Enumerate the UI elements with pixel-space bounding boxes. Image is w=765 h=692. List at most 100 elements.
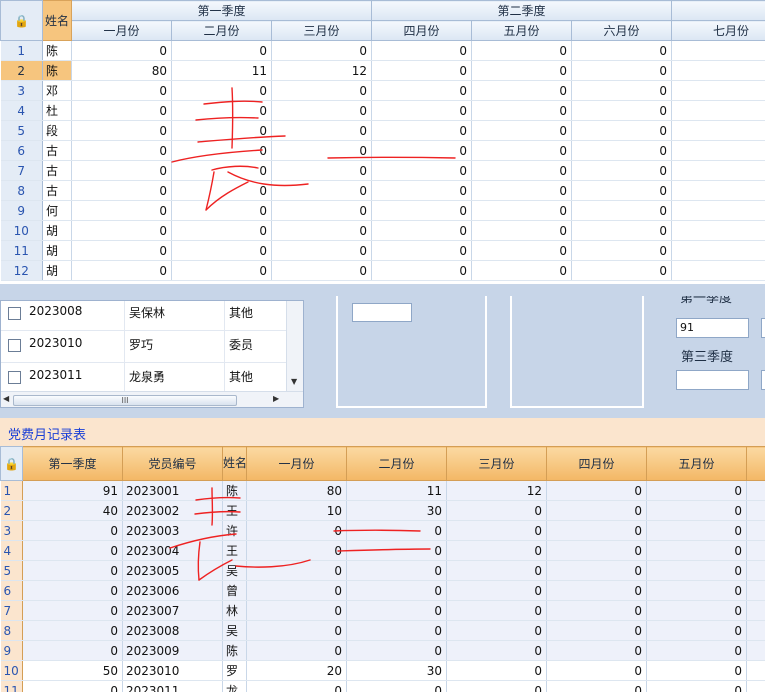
value-cell[interactable]: 0 <box>471 40 573 61</box>
value-cell[interactable]: 0 <box>646 620 747 641</box>
value-cell[interactable]: 0 <box>571 100 673 121</box>
q1-input[interactable]: 91 <box>676 318 749 338</box>
value-cell[interactable]: 0 <box>71 160 172 181</box>
value-cell[interactable]: 0 <box>571 140 673 161</box>
row-number[interactable]: 2 <box>0 500 23 521</box>
month-header-7[interactable]: 七月份 <box>671 20 765 41</box>
value-cell[interactable]: 0 <box>171 40 272 61</box>
row-checkbox[interactable] <box>8 371 21 384</box>
value-cell[interactable]: 0 <box>71 140 172 161</box>
value-cell[interactable]: 0 <box>446 660 547 681</box>
name-cell[interactable]: 胡 <box>42 240 72 261</box>
name-cell[interactable]: 吴 <box>222 560 247 581</box>
row-number[interactable]: 8 <box>0 620 23 641</box>
value-cell[interactable]: 0 <box>246 640 347 661</box>
value-cell[interactable]: 0 <box>346 680 447 692</box>
value-cell[interactable]: 0 <box>371 160 473 181</box>
value-cell[interactable]: 0 <box>471 200 573 221</box>
q4-input[interactable] <box>761 370 765 390</box>
value-cell[interactable]: 0 <box>371 120 473 141</box>
row-number[interactable]: 12 <box>0 260 43 281</box>
value-cell[interactable]: 0 <box>71 40 172 61</box>
value-cell[interactable]: 0 <box>271 120 373 141</box>
row-number[interactable]: 11 <box>0 680 23 692</box>
value-cell[interactable]: 0 <box>646 540 747 561</box>
table-row[interactable]: 5 0 2023005 吴 0 0 0 0 0 <box>0 560 765 581</box>
value-cell[interactable]: 0 <box>271 180 373 201</box>
value-cell[interactable]: 0 <box>371 60 473 81</box>
member-id-cell[interactable]: 2023010 <box>122 660 223 681</box>
value-cell[interactable]: 0 <box>171 160 272 181</box>
value-cell[interactable]: 0 <box>546 680 647 692</box>
value-cell[interactable]: 0 <box>546 660 647 681</box>
vertical-scrollbar[interactable]: ▼ <box>286 301 303 391</box>
q1-cell[interactable]: 0 <box>22 520 123 541</box>
value-cell[interactable]: 0 <box>71 200 172 221</box>
member-id-cell[interactable]: 2023011 <box>122 680 223 692</box>
name-cell[interactable]: 陈 <box>222 640 247 661</box>
value-cell[interactable]: 0 <box>571 60 673 81</box>
value-cell[interactable]: 11 <box>346 480 447 501</box>
table-row[interactable]: 12胡0000000 <box>0 260 765 281</box>
member-id-cell[interactable]: 2023005 <box>122 560 223 581</box>
row-number[interactable]: 7 <box>0 160 43 181</box>
value-cell[interactable]: 0 <box>471 120 573 141</box>
row-number[interactable]: 2 <box>0 60 43 81</box>
value-cell[interactable]: 0 <box>346 600 447 621</box>
value-cell[interactable]: 0 <box>471 180 573 201</box>
value-cell[interactable]: 0 <box>371 100 473 121</box>
value-cell[interactable]: 0 <box>571 260 673 281</box>
column-header-4[interactable]: 一月份 <box>246 446 347 481</box>
value-cell[interactable]: 0 <box>471 60 573 81</box>
value-cell[interactable]: 80 <box>246 480 347 501</box>
value-cell[interactable]: 10 <box>246 500 347 521</box>
value-cell[interactable]: 0 <box>671 260 765 281</box>
value-cell[interactable]: 0 <box>471 80 573 101</box>
value-cell[interactable]: 0 <box>271 140 373 161</box>
name-cell[interactable]: 段 <box>42 120 72 141</box>
month-header-2[interactable]: 二月份 <box>171 20 272 41</box>
value-cell[interactable]: 0 <box>246 580 347 601</box>
value-cell[interactable]: 12 <box>446 480 547 501</box>
name-cell[interactable]: 胡 <box>42 220 72 241</box>
value-cell[interactable]: 0 <box>271 40 373 61</box>
table-row[interactable]: 4杜0000000 <box>0 100 765 121</box>
value-cell[interactable]: 0 <box>571 40 673 61</box>
table-row[interactable]: 1陈0000000 <box>0 40 765 61</box>
q1-cell[interactable]: 50 <box>22 660 123 681</box>
value-cell[interactable]: 0 <box>671 40 765 61</box>
row-number[interactable]: 4 <box>0 540 23 561</box>
value-cell[interactable]: 0 <box>71 220 172 241</box>
value-cell[interactable]: 0 <box>671 80 765 101</box>
value-cell[interactable]: 0 <box>371 200 473 221</box>
value-cell[interactable]: 0 <box>546 600 647 621</box>
q1-cell[interactable]: 0 <box>22 560 123 581</box>
value-cell[interactable]: 0 <box>546 480 647 501</box>
value-cell[interactable]: 0 <box>671 120 765 141</box>
value-cell[interactable]: 0 <box>646 560 747 581</box>
value-cell[interactable]: 0 <box>371 140 473 161</box>
member-id-cell[interactable]: 2023007 <box>122 600 223 621</box>
value-cell[interactable]: 0 <box>446 600 547 621</box>
row-number[interactable]: 9 <box>0 200 43 221</box>
table-row[interactable]: 9 0 2023009 陈 0 0 0 0 0 <box>0 640 765 661</box>
value-cell[interactable]: 0 <box>646 640 747 661</box>
value-cell[interactable]: 0 <box>646 580 747 601</box>
name-cell[interactable]: 古 <box>42 160 72 181</box>
lock-icon[interactable]: 🔒 <box>0 0 43 41</box>
table-row[interactable]: 8古0000000 <box>0 180 765 201</box>
value-cell[interactable]: 0 <box>571 240 673 261</box>
name-cell[interactable]: 许 <box>222 520 247 541</box>
value-cell[interactable]: 0 <box>371 80 473 101</box>
table-row[interactable]: 9何0000000 <box>0 200 765 221</box>
name-cell[interactable]: 杜 <box>42 100 72 121</box>
value-cell[interactable]: 0 <box>471 140 573 161</box>
table-row[interactable]: 10 50 2023010 罗 20 30 0 0 0 <box>0 660 765 681</box>
row-checkbox[interactable] <box>8 307 21 320</box>
q1-cell[interactable]: 0 <box>22 680 123 692</box>
value-cell[interactable]: 0 <box>546 640 647 661</box>
value-cell[interactable]: 0 <box>646 520 747 541</box>
value-cell[interactable]: 0 <box>171 80 272 101</box>
name-cell[interactable]: 何 <box>42 200 72 221</box>
scroll-right-icon[interactable]: ▶ <box>273 394 279 403</box>
